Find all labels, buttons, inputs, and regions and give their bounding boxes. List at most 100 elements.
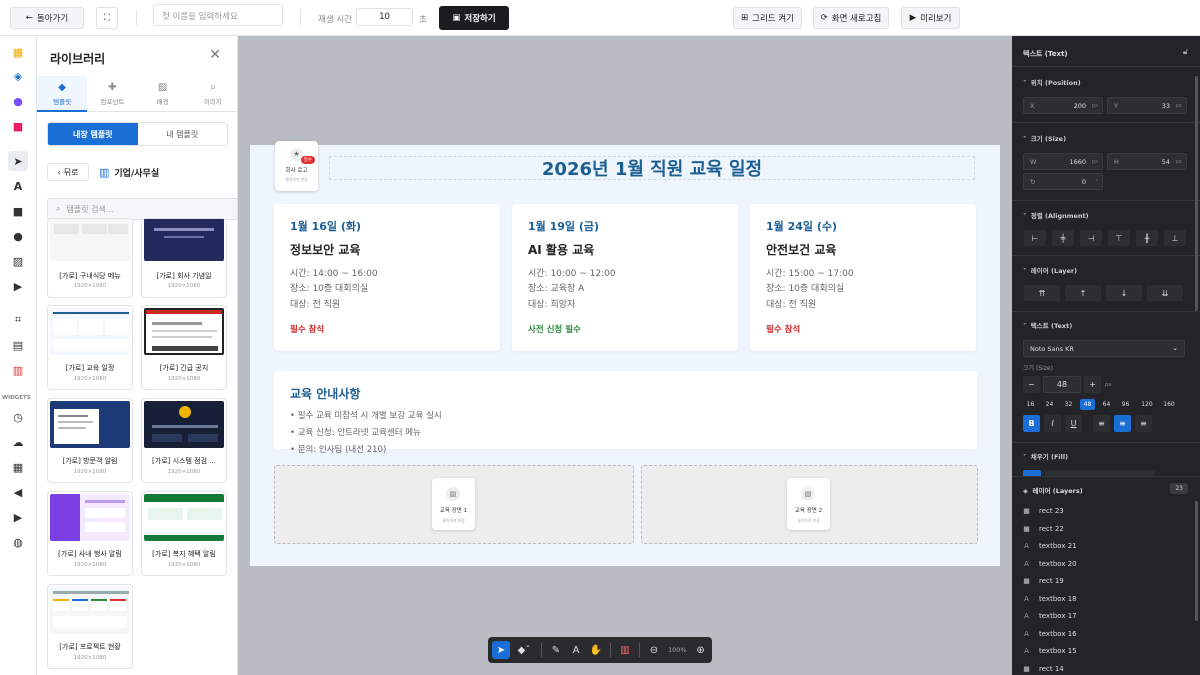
font-preset-16[interactable]: 16 — [1023, 399, 1038, 410]
template-card[interactable]: [가로] 방문객 알림 1920×1080 — [47, 398, 133, 483]
layer-item[interactable]: ■ rect 22 — [1023, 525, 1064, 533]
text-tool-icon[interactable]: A — [8, 176, 28, 196]
zoom-out-icon[interactable]: ⊖ — [645, 641, 663, 659]
layer-section[interactable]: ˅ 레이어 (Layer) — [1023, 265, 1077, 275]
template-card[interactable]: [가로] 긴급 공지 1920×1080 — [141, 305, 227, 390]
align-center-h-icon[interactable]: ╪ — [1052, 230, 1074, 246]
hand-icon[interactable]: ✋ — [587, 641, 605, 659]
logo-placeholder[interactable]: ★ 필수 회사 로고 클릭하여 변경 — [275, 141, 318, 191]
x-field[interactable]: X 200 px — [1023, 97, 1103, 114]
position-section[interactable]: ˅ 위치 (Position) — [1023, 77, 1081, 87]
layer-item[interactable]: Atextbox 16 — [1023, 630, 1077, 638]
trash-icon[interactable]: ▥ — [616, 641, 634, 659]
youtube-icon[interactable]: ▶ — [8, 507, 28, 527]
sticker-icon[interactable]: ■ — [8, 116, 28, 136]
image-icon[interactable]: ▨ — [8, 251, 28, 271]
align-right-icon[interactable]: ⊣ — [1080, 230, 1102, 246]
font-family-select[interactable]: Noto Sans KR ⌄ — [1023, 340, 1185, 357]
send-backward-icon[interactable]: ↓ — [1106, 285, 1142, 301]
send-to-back-icon[interactable]: ⇊ — [1147, 285, 1183, 301]
text-align-center-icon[interactable]: ≡ — [1114, 415, 1131, 432]
globe-icon[interactable]: ◍ — [8, 532, 28, 552]
tab-backgrounds[interactable]: ▨ 배경 — [138, 76, 188, 111]
size-section[interactable]: ˅ 크기 (Size) — [1023, 133, 1066, 143]
template-card[interactable]: [가로] 복지 혜택 알림 1920×1080 — [141, 491, 227, 576]
canvas-title[interactable]: 2026년 1월 직원 교육 일정 — [329, 156, 975, 180]
event-card[interactable]: 1월 19일 (금) AI 활용 교육 시간: 10:00 ~ 12:00 장소… — [512, 204, 738, 351]
clock-icon[interactable]: ◷ — [8, 407, 28, 427]
weather-icon[interactable]: ☁ — [8, 432, 28, 452]
font-size-decrease-button[interactable]: − — [1023, 376, 1040, 393]
alignment-section[interactable]: ˅ 정렬 (Alignment) — [1023, 210, 1089, 220]
image-placeholder-card[interactable]: ▨ 교육 장면 2 클릭하여 변경 — [787, 478, 830, 530]
image-placeholder[interactable]: ▨ 교육 장면 2 클릭하여 변경 — [641, 465, 978, 544]
template-card[interactable]: [가로] 프로젝트 현황 1920×1080 — [47, 584, 133, 669]
text-tool-icon[interactable]: A — [567, 641, 585, 659]
my-templates-button[interactable]: 내 템플릿 — [138, 123, 228, 145]
font-preset-48[interactable]: 48 — [1080, 399, 1095, 410]
font-size-increase-button[interactable]: + — [1084, 376, 1101, 393]
tab-components[interactable]: ✚ 컴포넌트 — [87, 76, 137, 111]
image-placeholder[interactable]: ▨ 교육 장면 1 클릭하여 변경 — [274, 465, 634, 544]
megaphone-icon[interactable]: ◀ — [8, 482, 28, 502]
font-preset-64[interactable]: 64 — [1099, 399, 1114, 410]
template-card[interactable]: [가로] 구내식당 메뉴 1920×1080 — [47, 218, 133, 298]
rectangle-icon[interactable]: ■ — [8, 201, 28, 221]
refresh-button[interactable]: ⟳ 화면 새로고침 — [813, 7, 889, 29]
text-align-right-icon[interactable]: ≡ — [1135, 415, 1152, 432]
tab-images[interactable]: ⌕ 이미지 — [188, 76, 237, 111]
font-preset-24[interactable]: 24 — [1042, 399, 1057, 410]
font-preset-160[interactable]: 160 — [1160, 399, 1178, 410]
event-card[interactable]: 1월 24일 (수) 안전보건 교육 시간: 15:00 ~ 17:00 장소:… — [750, 204, 976, 351]
layer-item[interactable]: ■ rect 14 — [1023, 665, 1064, 673]
unlock-icon[interactable]: 🔓︎ — [1183, 47, 1188, 57]
chat-icon[interactable]: ▤ — [8, 335, 28, 355]
width-field[interactable]: W 1660 px — [1023, 153, 1103, 170]
zoom-in-icon[interactable]: ⊕ — [692, 641, 710, 659]
layer-item[interactable]: Atextbox 17 — [1023, 612, 1077, 620]
pen-icon[interactable]: ✎ — [547, 641, 565, 659]
templates-icon[interactable]: ▦ — [8, 42, 28, 62]
playtime-input[interactable]: 10 — [356, 8, 413, 26]
font-preset-96[interactable]: 96 — [1118, 399, 1133, 410]
crop-icon[interactable]: ⌗ — [8, 310, 28, 330]
text-align-left-icon[interactable]: ≡ — [1093, 415, 1110, 432]
template-card[interactable]: [가로] 회사 기념일 1920×1080 — [141, 218, 227, 298]
italic-icon[interactable]: I — [1044, 415, 1061, 432]
back-button[interactable]: ← 돌아가기 — [10, 7, 84, 29]
layer-item[interactable]: ■ rect 23 — [1023, 507, 1064, 515]
layer-item[interactable]: Atextbox 15 — [1023, 647, 1077, 655]
select-cursor-icon[interactable]: ➤ — [492, 641, 510, 659]
font-size-input[interactable]: 48 — [1043, 376, 1081, 393]
fullscreen-button[interactable]: ⛶ — [96, 7, 118, 29]
height-field[interactable]: H 54 px — [1107, 153, 1187, 170]
cut-name-input[interactable]: 컷 이름을 입력하세요 — [153, 4, 283, 26]
image-placeholder-card[interactable]: ▨ 교육 장면 1 클릭하여 변경 — [432, 478, 475, 530]
notice-box[interactable]: 교육 안내사항 • 필수 교육 미참석 시 개별 보강 교육 실시 • 교육 신… — [274, 371, 977, 455]
layer-item[interactable]: ■ rect 19 — [1023, 577, 1064, 585]
grid-toggle-button[interactable]: ⊞ 그리드 켜기 — [733, 7, 802, 29]
template-card[interactable]: [가로] 교육 일정 1920×1080 — [47, 305, 133, 390]
text-section[interactable]: ˅ 텍스트 (Text) — [1023, 320, 1072, 330]
font-preset-120[interactable]: 120 — [1138, 399, 1156, 410]
builtin-templates-button[interactable]: 내장 템플릿 — [48, 123, 138, 145]
shapes-icon[interactable]: ◆ˇ — [512, 641, 536, 659]
align-middle-v-icon[interactable]: ╫ — [1136, 230, 1158, 246]
fill-section[interactable]: ˅ 채우기 (Fill) — [1023, 451, 1068, 461]
circle-icon[interactable]: ● — [8, 226, 28, 246]
bring-forward-icon[interactable]: ↑ — [1065, 285, 1101, 301]
template-card[interactable]: [가로] 시스템 점검 ... 1920×1080 — [141, 398, 227, 483]
video-icon[interactable]: ▶ — [8, 276, 28, 296]
bring-to-front-icon[interactable]: ⇈ — [1024, 285, 1060, 301]
template-card[interactable]: [가로] 사내 행사 알림 1920×1080 — [47, 491, 133, 576]
trash-icon[interactable]: ▥ — [8, 360, 28, 380]
qr-code-icon[interactable]: ▦ — [8, 457, 28, 477]
editor-canvas[interactable]: 2026년 1월 직원 교육 일정 ★ 필수 회사 로고 클릭하여 변경 1월 … — [250, 141, 1000, 566]
bold-icon[interactable]: B — [1023, 415, 1040, 432]
palette-icon[interactable]: ● — [8, 91, 28, 111]
y-field[interactable]: Y 33 px — [1107, 97, 1187, 114]
save-button[interactable]: ▣ 저장하기 — [439, 6, 509, 30]
event-card[interactable]: 1월 16일 (화) 정보보안 교육 시간: 14:00 ~ 16:00 장소:… — [274, 204, 500, 351]
tab-templates[interactable]: ◆ 템플릿 — [37, 76, 88, 112]
layers-icon[interactable]: ◈ — [8, 66, 28, 86]
